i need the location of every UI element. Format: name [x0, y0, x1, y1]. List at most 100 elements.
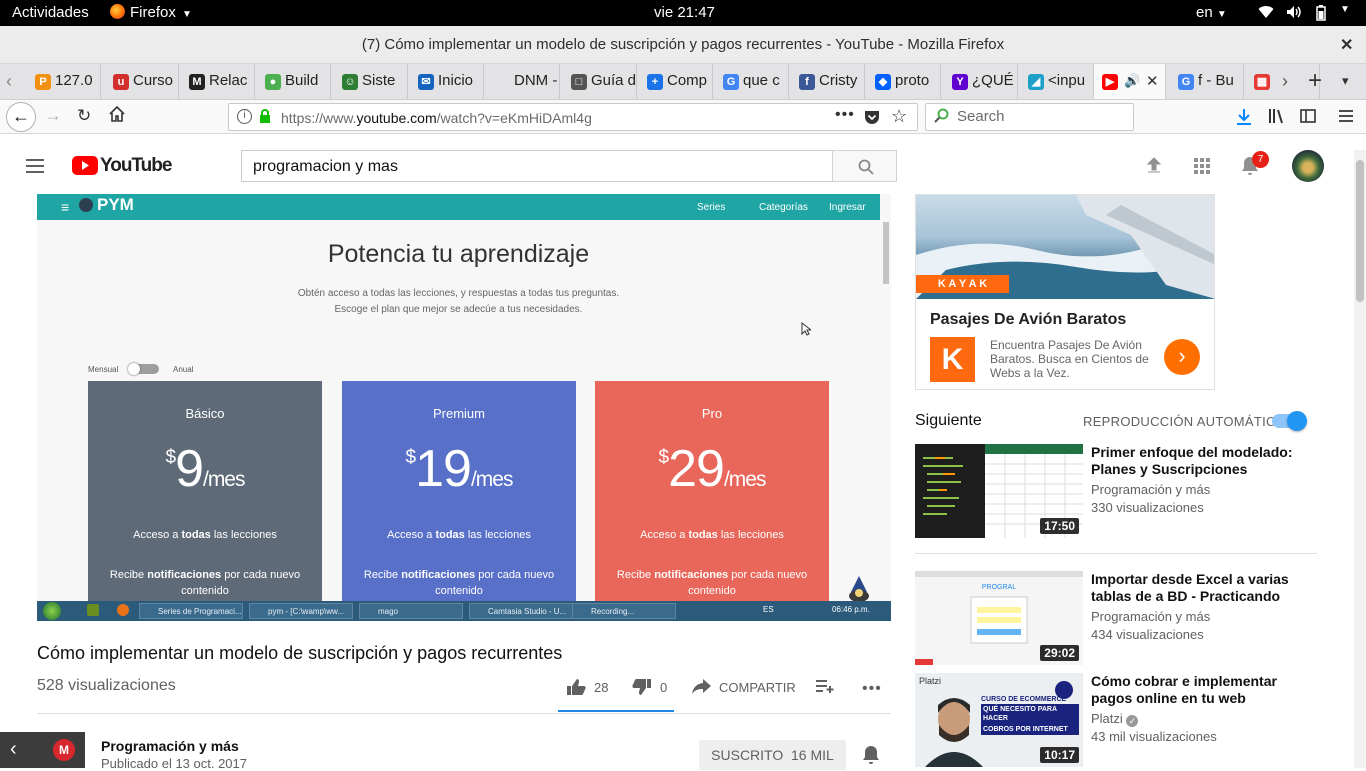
save-to-playlist-button[interactable] [816, 679, 834, 693]
plan-amount: 19 [415, 440, 472, 498]
tab-audio-icon[interactable]: 🔊 [1124, 73, 1140, 89]
tab-favicon-icon: □ [571, 74, 587, 90]
rec-channel-2[interactable]: Programación y más [1091, 609, 1210, 624]
volume-icon[interactable] [1286, 5, 1302, 19]
guide-menu-button[interactable] [26, 158, 46, 174]
site-logo-text: PYM [97, 195, 134, 214]
browser-tab[interactable]: ☺ Siste [334, 64, 408, 99]
new-tab-button[interactable]: + [1308, 67, 1322, 95]
scrollbar-thumb[interactable] [1356, 160, 1364, 302]
mega-icon[interactable]: M [53, 739, 75, 761]
browser-tab[interactable]: DNM - C [486, 64, 560, 99]
url-bar[interactable]: i https://www.youtube.com/watch?v=eKmHiD… [228, 103, 918, 131]
scroll-tabs-right-icon[interactable]: › [1282, 71, 1288, 92]
close-window-button[interactable]: ✕ [1340, 35, 1353, 55]
channel-name[interactable]: Programación y más [101, 738, 239, 754]
page-scrollbar[interactable] [1354, 150, 1366, 768]
system-menu-chevron-icon[interactable]: ▼ [1340, 4, 1350, 15]
battery-icon[interactable] [1316, 5, 1326, 21]
browser-tab[interactable]: M Relac [181, 64, 255, 99]
back-button[interactable]: ← [6, 102, 36, 132]
search-icon [934, 108, 950, 124]
browser-tab[interactable]: f Cristy [791, 64, 865, 99]
thumbs-up-icon [567, 679, 586, 695]
bookmark-star-icon[interactable]: ☆ [891, 106, 907, 127]
rec-thumbnail-3[interactable]: Platzi CURSO DE ECOMMERCE QUÉ NECESITO P… [915, 673, 1083, 767]
browser-tab[interactable]: + Comp [639, 64, 713, 99]
app-menu[interactable]: Firefox ▼ [110, 4, 192, 21]
rec-thumbnail-2[interactable]: PROGRAL 29:02 [915, 571, 1083, 665]
chevron-left-icon[interactable]: ‹ [10, 738, 17, 761]
browser-tab[interactable]: Gf - Bu [1170, 64, 1244, 99]
tab-favicon-icon: f [799, 74, 815, 90]
browser-tab[interactable]: Gque c [715, 64, 789, 99]
browser-tab[interactable]: ✉ Inicio [410, 64, 484, 99]
video-player[interactable]: ≡ PYM Series Categorías Ingresar Potenci… [37, 194, 891, 621]
plan-feature-1: Acceso a todas las lecciones [640, 529, 784, 541]
site-info-icon[interactable]: i [237, 109, 252, 124]
tab-favicon-icon: ◢ [1028, 74, 1044, 90]
share-label: COMPARTIR [719, 680, 796, 695]
browser-tab[interactable]: ◆ proto [867, 64, 941, 99]
logo-badge-icon [1055, 681, 1073, 699]
tab-favicon-icon: ● [265, 74, 281, 90]
tab-favicon-icon: + [647, 74, 663, 90]
plan-amount: 29 [668, 440, 725, 498]
page-actions-icon[interactable]: ••• [835, 106, 855, 124]
autoplay-label: REPRODUCCIÓN AUTOMÁTICA [1083, 414, 1285, 429]
clock[interactable]: vie 21:47 [654, 4, 715, 21]
browser-tab[interactable]: P 127.0 [27, 64, 101, 99]
rec-channel-1[interactable]: Programación y más [1091, 482, 1210, 497]
view-count: 528 visualizaciones [37, 677, 176, 694]
ad-cta-arrow-icon[interactable]: › [1164, 339, 1200, 375]
browser-tab[interactable]: Y ¿QUÉ [944, 64, 1018, 99]
plan-period: /mes [723, 468, 767, 491]
pocket-icon[interactable] [864, 109, 880, 125]
sidebar-toggle-button[interactable] [1300, 109, 1316, 123]
home-button[interactable] [108, 105, 126, 123]
rec-channel-3[interactable]: Platzi ✓ [1091, 711, 1139, 727]
browser-tab[interactable]: ● Build [257, 64, 331, 99]
menu-button[interactable] [1339, 109, 1353, 123]
activities-button[interactable]: Actividades [12, 4, 89, 21]
tab-favicon-icon: ▶ [1102, 74, 1118, 90]
rec-title-1[interactable]: Primer enfoque del modelado: Planes y Su… [1091, 444, 1316, 478]
tab-label: proto [895, 72, 930, 89]
thumb-caption-line3: COBROS POR INTERNET [981, 724, 1079, 735]
web-search-field[interactable]: Search [925, 103, 1134, 131]
site-logo-icon [79, 198, 93, 212]
reload-button[interactable]: ↻ [77, 106, 91, 126]
subscribed-button[interactable]: SUSCRITO 16 MIL [699, 740, 846, 770]
rec-title-3[interactable]: Cómo cobrar e implementar pagos online e… [1091, 673, 1316, 707]
more-actions-icon[interactable]: ••• [862, 680, 882, 698]
plan-name: Pro [701, 406, 723, 421]
autoplay-toggle[interactable] [1272, 411, 1307, 431]
hamburger-icon [26, 159, 44, 173]
language-menu[interactable]: en ▼ [1196, 4, 1227, 21]
downloads-button[interactable] [1236, 108, 1252, 126]
youtube-search-button[interactable] [832, 150, 897, 182]
list-all-tabs-icon[interactable]: ▾ [1342, 73, 1349, 89]
plan-name: Premium [432, 406, 485, 421]
browser-tab[interactable]: u Curso [105, 64, 179, 99]
browser-tab-active[interactable]: ▶ 🔊 ✕ [1094, 64, 1166, 99]
wifi-icon[interactable] [1258, 5, 1274, 19]
forward-button[interactable]: → [44, 105, 62, 126]
ad-card[interactable]: K A Y A K Pasajes De Avión Baratos K Enc… [915, 194, 1215, 390]
notifications-button[interactable]: 7 [1241, 151, 1269, 176]
library-button[interactable] [1268, 108, 1286, 124]
browser-tab[interactable]: ◢ <inpu [1020, 64, 1094, 99]
upload-button[interactable] [1145, 156, 1163, 174]
rec-title-2[interactable]: Importar desde Excel a varias tablas de … [1091, 571, 1316, 605]
youtube-search-input[interactable]: programacion y mas [241, 150, 833, 182]
scroll-tabs-left-icon[interactable]: ‹ [6, 71, 12, 92]
close-tab-icon[interactable]: ✕ [1146, 72, 1159, 90]
browser-tab[interactable]: □ Guía d [563, 64, 637, 99]
apps-button[interactable] [1194, 158, 1210, 174]
mega-extension-panel[interactable]: ‹ M [0, 732, 85, 768]
ad-title[interactable]: Pasajes De Avión Baratos [930, 311, 1126, 329]
rec-thumbnail-1[interactable]: 17:50 [915, 444, 1083, 538]
verified-check-icon: ✓ [1126, 715, 1139, 727]
channel-notifications-button[interactable] [862, 745, 880, 765]
account-avatar[interactable] [1292, 150, 1324, 182]
